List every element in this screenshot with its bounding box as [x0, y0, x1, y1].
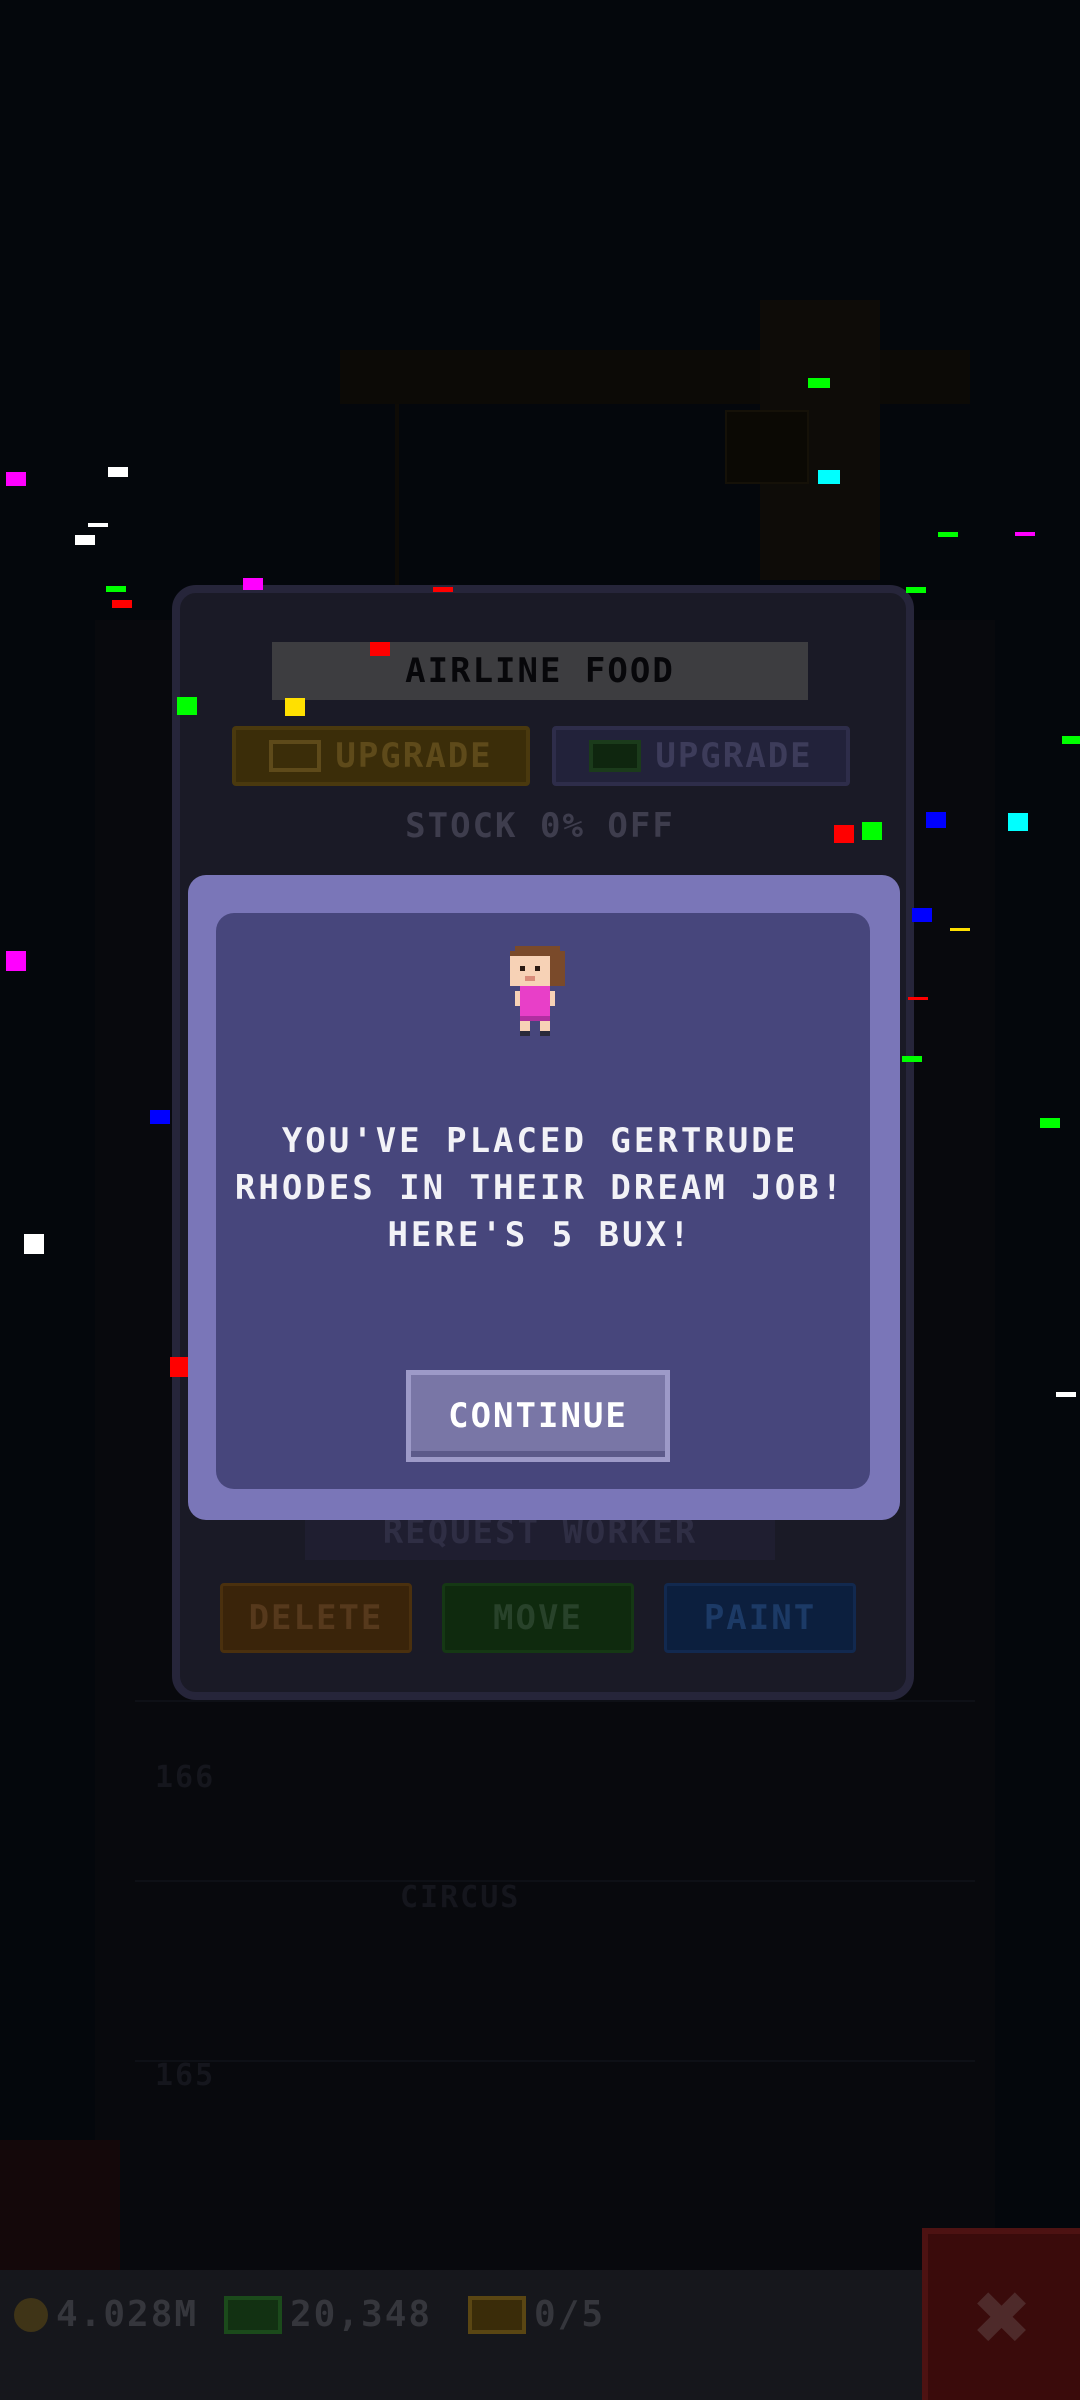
move-button[interactable]: MOVE — [442, 1583, 634, 1653]
background-floor-number: 166 — [155, 1760, 216, 1795]
paint-button[interactable]: PAINT — [664, 1583, 856, 1653]
worker-avatar-icon — [510, 946, 565, 1036]
background-floor — [135, 2060, 975, 2222]
room-title: AIRLINE FOOD — [272, 642, 808, 700]
continue-button[interactable]: CONTINUE — [406, 1370, 670, 1462]
delete-button[interactable]: DELETE — [220, 1583, 412, 1653]
bux-icon — [589, 740, 642, 772]
close-icon: ✖ — [974, 2261, 1034, 2373]
upgrade-coin-label: UPGRADE — [335, 736, 493, 776]
upgrade-bux-button[interactable]: UPGRADE — [552, 726, 850, 786]
stock-discount-text: STOCK 0% OFF — [405, 806, 675, 846]
coins-value: 4.028M — [56, 2294, 199, 2335]
coins-stat: 4.028M — [14, 2294, 198, 2335]
background-floor-number: 165 — [155, 2058, 216, 2093]
scroll-down-nav[interactable] — [0, 2140, 120, 2270]
background-floor — [135, 1880, 975, 2042]
upgrade-bux-label: UPGRADE — [655, 736, 813, 776]
tickets-value: 0/5 — [534, 2294, 606, 2335]
ticket-icon — [468, 2295, 526, 2334]
continue-label: CONTINUE — [448, 1396, 628, 1436]
coin-icon — [14, 2297, 48, 2332]
crane-cabin — [725, 410, 809, 484]
background-floor — [135, 1700, 975, 1862]
ticket-icon — [269, 740, 322, 772]
background-floor-name: CIRCUS — [400, 1880, 521, 1915]
reward-message: YOU'VE PLACED GERTRUDE RHODES IN THEIR D… — [234, 1121, 846, 1255]
bux-icon — [224, 2295, 282, 2334]
tickets-stat: 0/5 — [468, 2294, 605, 2335]
status-bar — [0, 2270, 1080, 2400]
close-button[interactable]: ✖ — [922, 2228, 1080, 2400]
bux-stat: 20,348 — [224, 2294, 432, 2335]
bux-value: 20,348 — [290, 2294, 433, 2335]
upgrade-coin-button[interactable]: UPGRADE — [232, 726, 530, 786]
crane-rope — [395, 400, 399, 590]
